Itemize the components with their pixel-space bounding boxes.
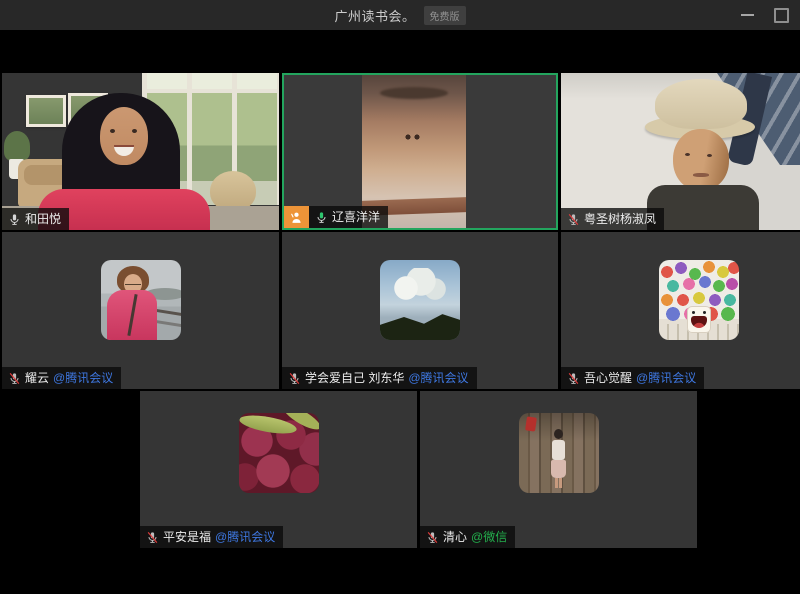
mic-muted-icon (146, 531, 159, 544)
wall-art (26, 95, 66, 127)
mic-muted-icon (8, 372, 21, 385)
nameplate: 耀云 @腾讯会议 (2, 367, 121, 389)
video-tile-pinganshifu[interactable]: 平安是福 @腾讯会议 (140, 391, 417, 548)
video-tile-hetianyue[interactable]: 和田悦 (2, 73, 279, 230)
mic-muted-icon (567, 213, 580, 226)
platform-suffix: @腾讯会议 (408, 371, 468, 385)
standing-figure (551, 429, 567, 489)
avatar (239, 413, 319, 493)
mic-muted-icon (567, 372, 580, 385)
mic-muted-icon (426, 531, 439, 544)
platform-suffix: @腾讯会议 (53, 371, 113, 385)
participant-name: 辽喜洋洋 (332, 210, 380, 224)
nameplate: 和田悦 (2, 208, 69, 230)
participant-name: 粤圣树杨淑凤 (584, 212, 656, 226)
video-tile-yueshengshu[interactable]: 粤圣树杨淑凤 (561, 73, 800, 230)
toast-character (687, 306, 711, 333)
platform-suffix: @微信 (471, 530, 507, 544)
nameplate: 清心 @微信 (420, 526, 515, 548)
video-frame (2, 73, 279, 230)
participant-name: 平安是福 (163, 530, 211, 544)
avatar (659, 260, 739, 340)
nameplate: 粤圣树杨淑凤 (561, 208, 664, 230)
nameplate: 平安是福 @腾讯会议 (140, 526, 283, 548)
mic-on-icon (8, 213, 21, 226)
meeting-window: 广州读书会。 免费版 (0, 0, 800, 594)
platform-suffix: @腾讯会议 (636, 371, 696, 385)
nameplate: 吾心觉醒 @腾讯会议 (561, 367, 704, 389)
plant (4, 131, 30, 161)
avatar (101, 260, 181, 340)
nameplate: 辽喜洋洋 (284, 206, 388, 228)
video-tile-yaoyun[interactable]: 耀云 @腾讯会议 (2, 232, 279, 389)
participant-name: 吾心觉醒 (584, 371, 632, 385)
mic-muted-icon (288, 372, 301, 385)
participant-name: 学会爱自己 刘东华 (305, 371, 404, 385)
video-frame (561, 73, 800, 230)
avatar (380, 260, 460, 340)
red-ornament (525, 416, 537, 431)
participant-face (673, 129, 729, 191)
hand-raised-badge (284, 206, 309, 228)
hat (655, 79, 747, 129)
participant-name: 和田悦 (25, 212, 61, 226)
mic-speaking-icon (315, 211, 328, 224)
participant-face (100, 107, 148, 165)
video-tile-wuxinjuexing[interactable]: 吾心觉醒 @腾讯会议 (561, 232, 800, 389)
participant-name: 耀云 (25, 371, 49, 385)
avatar (519, 413, 599, 493)
stool (210, 171, 256, 211)
platform-suffix: @腾讯会议 (215, 530, 275, 544)
nameplate: 学会爱自己 刘东华 @腾讯会议 (282, 367, 477, 389)
video-tile-qingxin[interactable]: 清心 @微信 (420, 391, 697, 548)
video-tile-liaoxiyangyang[interactable]: 辽喜洋洋 (282, 73, 558, 230)
participant-name: 清心 (443, 530, 467, 544)
video-grid: 和田悦 (0, 0, 800, 594)
raise-hand-icon (289, 210, 304, 225)
video-tile-liudonghua[interactable]: 学会爱自己 刘东华 @腾讯会议 (282, 232, 558, 389)
